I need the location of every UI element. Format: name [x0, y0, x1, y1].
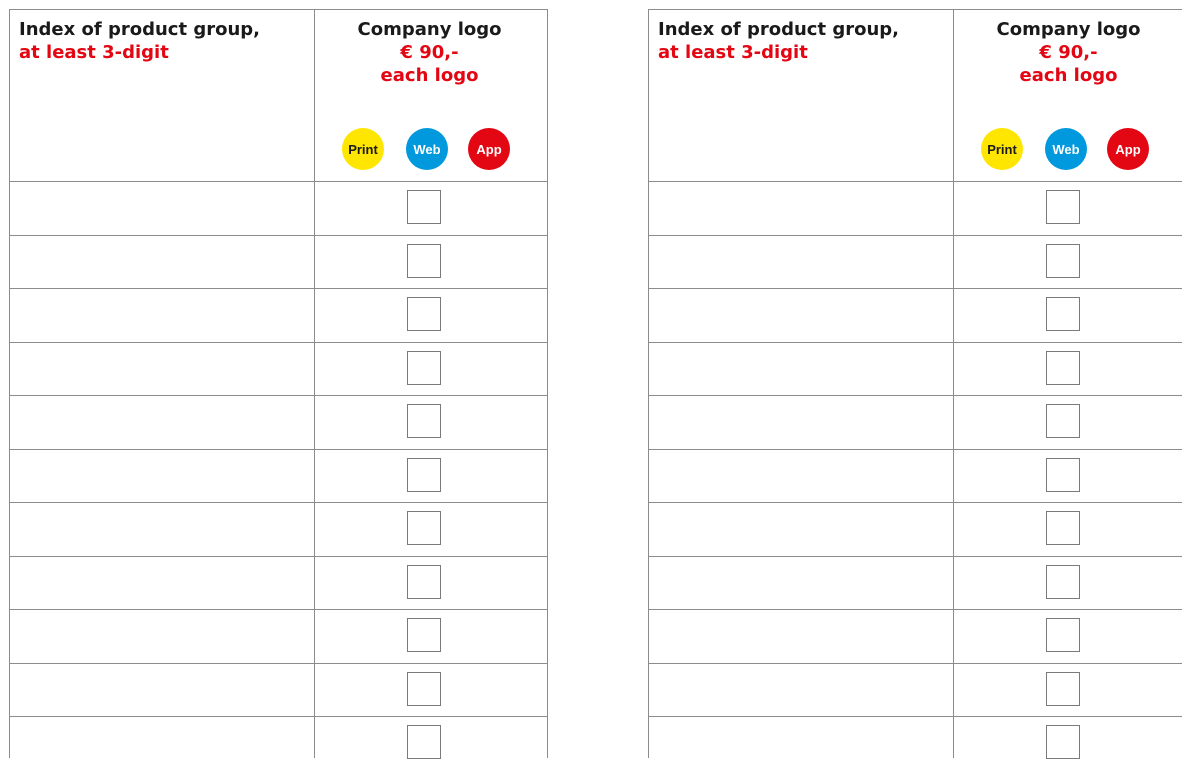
table-header: Index of product group, at least 3-digit… [10, 10, 547, 182]
logo-header-price: € 90,- [400, 42, 459, 63]
table-row [649, 557, 1182, 610]
index-field[interactable] [10, 610, 314, 663]
table-rows [649, 182, 1182, 771]
index-field[interactable] [10, 557, 314, 610]
logo-column-header: Company logo € 90,- each logo [954, 18, 1182, 87]
logo-checkbox[interactable] [1046, 404, 1080, 438]
table-row [10, 664, 547, 717]
logo-header-per: each logo [1019, 65, 1118, 86]
logo-checkbox[interactable] [407, 350, 441, 385]
logo-checkbox[interactable] [1046, 297, 1080, 331]
logo-checkbox[interactable] [1046, 564, 1080, 599]
table-row [649, 343, 1182, 396]
index-field[interactable] [649, 182, 953, 235]
logo-checkbox[interactable] [1046, 190, 1080, 224]
logo-checkbox[interactable] [1046, 457, 1080, 492]
table-row [649, 450, 1182, 503]
table-header: Index of product group, at least 3-digit… [649, 10, 1182, 182]
index-field[interactable] [649, 503, 953, 556]
table-row [10, 450, 547, 503]
web-badge: Web [1045, 128, 1087, 170]
table-row [649, 182, 1182, 236]
logo-checkbox[interactable] [1046, 511, 1080, 545]
logo-checkbox[interactable] [407, 671, 441, 706]
logo-checkbox[interactable] [407, 564, 441, 599]
print-badge: Print [981, 128, 1023, 170]
index-field[interactable] [10, 503, 314, 556]
logo-checkbox[interactable] [407, 457, 441, 492]
index-field[interactable] [10, 396, 314, 449]
logo-checkbox[interactable] [407, 618, 441, 652]
table-row [649, 396, 1182, 450]
logo-header-per: each logo [380, 65, 479, 86]
table-row [10, 717, 547, 771]
table-row [649, 503, 1182, 557]
index-field[interactable] [649, 236, 953, 289]
table-row [649, 717, 1182, 771]
logo-column-header: Company logo € 90,- each logo [315, 18, 544, 87]
order-table-right: Index of product group, at least 3-digit… [648, 9, 1182, 759]
index-field[interactable] [10, 664, 314, 717]
app-badge: App [1107, 128, 1149, 170]
table-row [10, 557, 547, 610]
table-row [649, 664, 1182, 717]
table-row [649, 610, 1182, 664]
table-row [10, 289, 547, 343]
table-row [10, 610, 547, 664]
index-field[interactable] [649, 343, 953, 396]
logo-checkbox[interactable] [407, 725, 441, 759]
index-header-title: Index of product group, [658, 19, 899, 40]
print-badge: Print [342, 128, 384, 170]
index-field[interactable] [649, 664, 953, 717]
index-header-title: Index of product group, [19, 19, 260, 40]
index-header-note: at least 3-digit [19, 42, 169, 63]
channel-badges: Print Web App [315, 128, 544, 172]
table-row [10, 503, 547, 557]
index-field[interactable] [10, 236, 314, 289]
table-row [649, 236, 1182, 289]
logo-checkbox[interactable] [407, 511, 441, 545]
logo-checkbox[interactable] [1046, 725, 1080, 759]
order-table-left: Index of product group, at least 3-digit… [9, 9, 548, 759]
table-rows [10, 182, 547, 771]
web-badge: Web [406, 128, 448, 170]
logo-checkbox[interactable] [407, 243, 441, 278]
table-row [10, 396, 547, 450]
logo-checkbox[interactable] [1046, 243, 1080, 278]
index-field[interactable] [10, 182, 314, 235]
channel-badges: Print Web App [954, 128, 1182, 172]
logo-header-title: Company logo [996, 19, 1141, 40]
index-field[interactable] [10, 450, 314, 503]
logo-checkbox[interactable] [407, 404, 441, 438]
logo-header-price: € 90,- [1039, 42, 1098, 63]
table-row [10, 343, 547, 396]
logo-checkbox[interactable] [407, 297, 441, 331]
table-row [10, 182, 547, 236]
index-field[interactable] [10, 343, 314, 396]
logo-checkbox[interactable] [1046, 618, 1080, 652]
app-badge: App [468, 128, 510, 170]
table-row [10, 236, 547, 289]
index-field[interactable] [649, 557, 953, 610]
index-field[interactable] [649, 396, 953, 449]
index-field[interactable] [649, 717, 953, 771]
index-header-note: at least 3-digit [658, 42, 808, 63]
logo-checkbox[interactable] [1046, 350, 1080, 385]
index-field[interactable] [649, 450, 953, 503]
index-field[interactable] [10, 717, 314, 771]
logo-checkbox[interactable] [407, 190, 441, 224]
table-row [649, 289, 1182, 343]
index-column-header: Index of product group, at least 3-digit [19, 18, 309, 64]
logo-checkbox[interactable] [1046, 671, 1080, 706]
index-field[interactable] [649, 610, 953, 663]
index-column-header: Index of product group, at least 3-digit [658, 18, 948, 64]
logo-header-title: Company logo [357, 19, 502, 40]
index-field[interactable] [649, 289, 953, 342]
index-field[interactable] [10, 289, 314, 342]
